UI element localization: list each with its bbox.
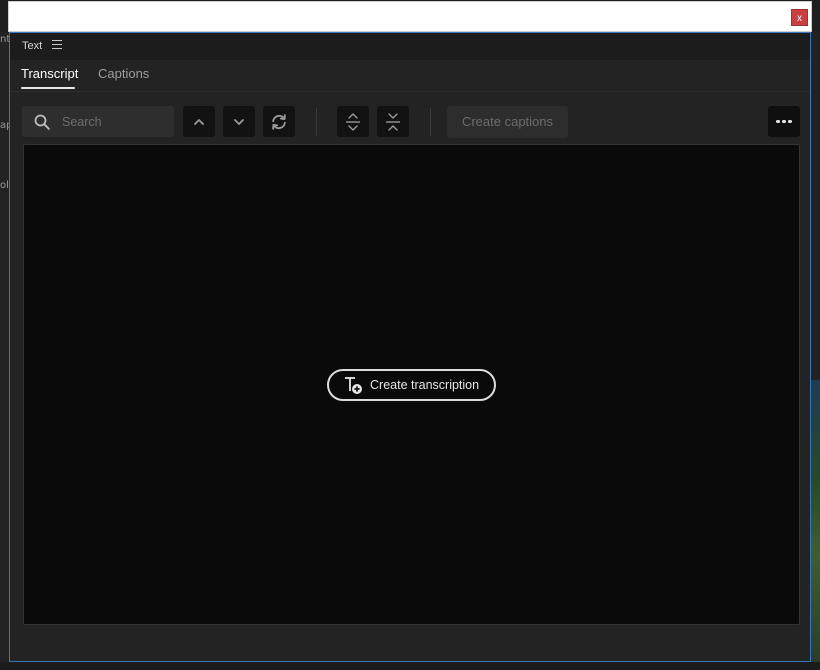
- search-icon: [34, 114, 50, 130]
- panel-header: Text: [10, 33, 810, 60]
- expand-icon: [346, 112, 360, 131]
- window-titlebar[interactable]: x: [8, 1, 812, 32]
- text-add-icon: [345, 377, 362, 394]
- expand-button[interactable]: [337, 106, 369, 137]
- more-options-button[interactable]: [768, 106, 800, 137]
- background-video-preview: [810, 380, 820, 670]
- sync-icon: [272, 113, 286, 130]
- create-transcription-label: Create transcription: [370, 378, 480, 392]
- search-input[interactable]: [62, 112, 166, 132]
- active-tab-indicator: [21, 87, 75, 89]
- tab-transcript[interactable]: Transcript: [21, 66, 78, 81]
- more-icon: [776, 119, 780, 124]
- panel-tabs: Transcript Captions: [10, 60, 810, 92]
- transcript-content-area: Create transcription: [23, 144, 800, 625]
- collapse-button[interactable]: [377, 106, 409, 137]
- toolbar-divider: [316, 108, 317, 136]
- previous-result-button[interactable]: [183, 106, 215, 137]
- create-transcription-button[interactable]: Create transcription: [327, 369, 496, 401]
- next-result-button[interactable]: [223, 106, 255, 137]
- chevron-up-icon: [194, 118, 204, 125]
- tab-captions[interactable]: Captions: [98, 66, 149, 81]
- toolbar-divider: [430, 108, 431, 136]
- chevron-down-icon: [234, 118, 244, 125]
- collapse-icon: [386, 112, 400, 131]
- hamburger-menu-icon[interactable]: [52, 40, 62, 50]
- panel-title: Text: [22, 40, 43, 52]
- text-panel: Text Transcript Captions Search Create c…: [9, 32, 811, 662]
- sync-button[interactable]: [263, 106, 295, 137]
- search-box[interactable]: [22, 106, 174, 137]
- close-button[interactable]: x: [791, 9, 808, 26]
- background-bottom-strip: [0, 662, 820, 670]
- create-captions-button[interactable]: Create captions: [447, 106, 568, 138]
